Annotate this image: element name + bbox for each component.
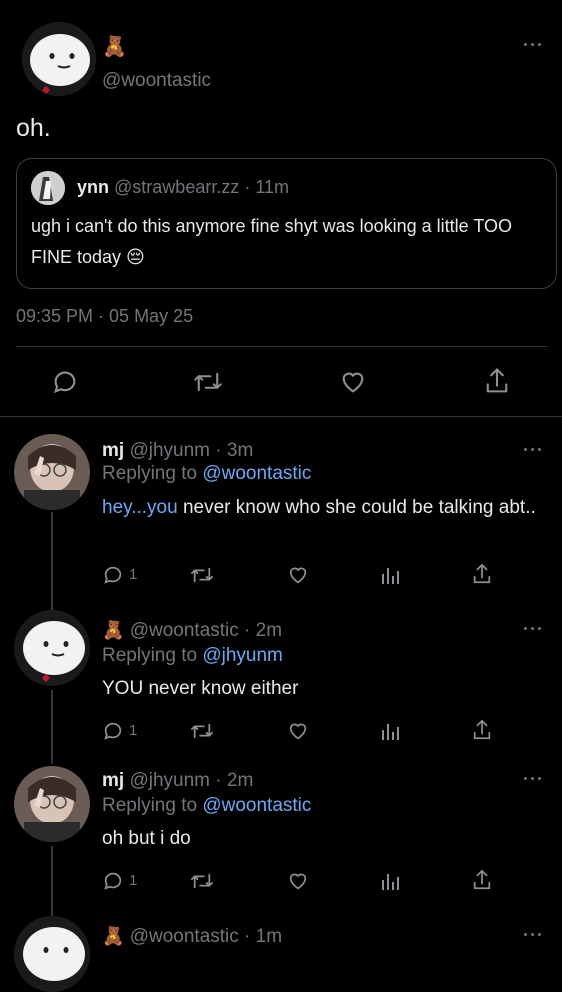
reply-handle[interactable]: @jhyunm [129,770,210,791]
share-icon[interactable] [483,366,511,396]
like-icon[interactable] [287,564,309,586]
retweet-icon[interactable] [193,368,223,396]
quote-time: 11m [255,177,290,197]
replying-to: Replying to @woontastic [102,795,311,817]
views-icon[interactable] [381,871,401,891]
reply-header: 🧸 @woontastic · 2m [102,620,282,642]
thread-line [51,512,53,610]
quote-handle: @strawbearr.zz [114,177,240,197]
replying-handle-link[interactable]: @jhyunm [202,645,283,666]
reply-header: mj @jhyunm · 3m [102,440,253,462]
divider [0,416,562,417]
author-handle[interactable]: @woontastic [102,70,211,92]
more-icon[interactable] [522,624,544,634]
reply-icon[interactable] [102,720,124,742]
divider [16,346,548,347]
replying-to: Replying to @jhyunm [102,645,283,667]
retweet-icon[interactable] [190,870,214,892]
reply-name-emoji: 🧸 [102,926,125,946]
share-icon[interactable] [471,718,493,742]
avatar-jhyunm[interactable] [14,434,90,510]
reply-time: · 2m [215,770,254,791]
avatar-woontastic[interactable] [22,22,96,96]
author-emoji: 🧸 [102,36,127,58]
tweet-timestamp: 09:35 PM · 05 May 25 [16,306,194,326]
views-icon[interactable] [381,721,401,741]
avatar-woontastic[interactable] [14,916,90,992]
reply-handle[interactable]: @woontastic [130,620,239,641]
quote-card[interactable]: ynn @strawbearr.zz · 11m ugh i can't do … [16,158,557,289]
reply-header: 🧸 @woontastic · 1m [102,926,282,948]
thread-line [51,690,53,764]
reply-time: · 3m [215,440,254,461]
retweet-icon[interactable] [190,564,214,586]
quote-avatar [31,171,65,205]
reply-name-emoji: 🧸 [102,620,125,640]
replying-to: Replying to @woontastic [102,463,311,485]
reply-icon[interactable] [102,870,124,892]
reply-text: hey...you never know who she could be ta… [102,496,550,520]
replying-handle-link[interactable]: @woontastic [202,463,311,484]
more-icon[interactable] [522,40,544,50]
quote-text: ugh i can't do this anymore fine shyt wa… [31,216,513,267]
replying-handle-link[interactable]: @woontastic [202,795,311,816]
replying-label: Replying to [102,795,198,816]
reply-count: 1 [129,566,138,583]
reply-text: YOU never know either [102,678,299,699]
reply-count: 1 [129,722,138,739]
reply-icon[interactable] [102,564,124,586]
reply-header: mj @jhyunm · 2m [102,770,253,792]
reply-name[interactable]: mj [102,440,124,461]
reply-name[interactable]: mj [102,770,124,791]
like-icon[interactable] [339,368,367,396]
quote-dot: · [244,177,251,197]
share-icon[interactable] [471,868,493,892]
replying-label: Replying to [102,463,198,484]
avatar-jhyunm[interactable] [14,766,90,842]
more-icon[interactable] [522,930,544,940]
reply-text-link[interactable]: hey...you [102,497,178,518]
reply-text: oh but i do [102,828,191,849]
reply-time: · 1m [244,926,283,947]
quote-header: ynn @strawbearr.zz · 11m [77,177,289,198]
reply-icon[interactable] [51,368,79,396]
share-icon[interactable] [471,562,493,586]
thread-line [51,846,53,916]
reply-count: 1 [129,872,138,889]
views-icon[interactable] [381,565,401,585]
retweet-icon[interactable] [190,720,214,742]
more-icon[interactable] [522,445,544,455]
reply-handle[interactable]: @jhyunm [129,440,210,461]
replying-label: Replying to [102,645,198,666]
reply-time: · 2m [244,620,283,641]
reply-handle[interactable]: @woontastic [130,926,239,947]
avatar-woontastic[interactable] [14,610,90,686]
more-icon[interactable] [522,774,544,784]
like-icon[interactable] [287,870,309,892]
tweet-text: oh. [16,114,51,142]
like-icon[interactable] [287,720,309,742]
quote-name: ynn [77,177,110,197]
reply-text-body: never know who she could be talking abt.… [177,497,536,518]
